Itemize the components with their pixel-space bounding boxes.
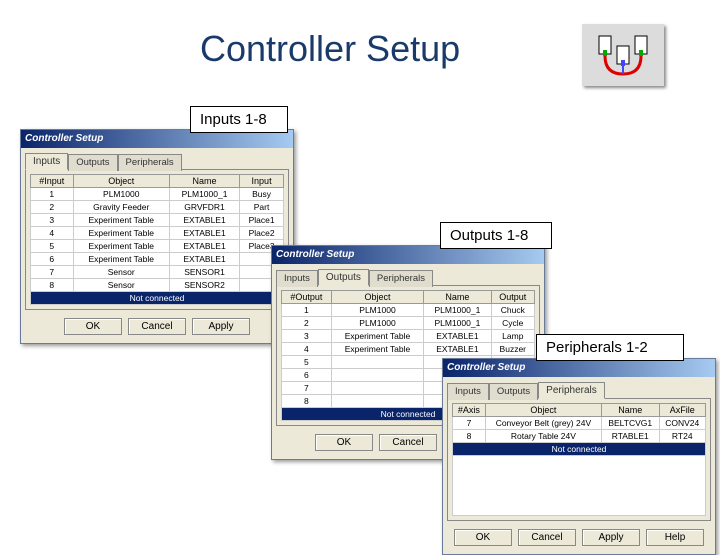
ok-button[interactable]: OK: [64, 318, 122, 335]
table-row[interactable]: 7SensorSENSOR1: [31, 266, 284, 279]
col-header: AxFile: [659, 404, 706, 417]
inputs-table: #Input Object Name Input 1PLM1000PLM1000…: [30, 174, 284, 305]
col-header: Name: [424, 291, 491, 304]
ok-button[interactable]: OK: [454, 529, 512, 546]
dialog-title: Controller Setup: [443, 359, 715, 377]
tab-inputs[interactable]: Inputs: [447, 383, 489, 400]
table-row[interactable]: 5Experiment TableEXTABLE1Place3: [31, 240, 284, 253]
col-header: Object: [73, 175, 169, 188]
table-row[interactable]: 2Gravity FeederGRVFDR1Part: [31, 201, 284, 214]
table-row[interactable]: 2PLM1000PLM1000_1Cycle: [282, 317, 535, 330]
table-row[interactable]: 3Experiment TableEXTABLE1Lamp: [282, 330, 535, 343]
col-header: Object: [485, 404, 601, 417]
col-header: #Input: [31, 175, 74, 188]
col-header: Input: [240, 175, 284, 188]
table-row[interactable]: 8Rotary Table 24VRTABLE1RT24: [453, 430, 706, 443]
cancel-button[interactable]: Cancel: [128, 318, 186, 335]
peripherals-table: #Axis Object Name AxFile 7Conveyor Belt …: [452, 403, 706, 456]
tab-inputs[interactable]: Inputs: [25, 153, 68, 170]
col-header: #Output: [282, 291, 332, 304]
table-row[interactable]: 4Experiment TableEXTABLE1Place2: [31, 227, 284, 240]
table-row[interactable]: 1PLM1000PLM1000_1Chuck: [282, 304, 535, 317]
col-header: Name: [601, 404, 659, 417]
col-header: Output: [491, 291, 534, 304]
page-title: Controller Setup: [200, 28, 460, 70]
label-inputs: Inputs 1-8: [190, 106, 288, 133]
table-row[interactable]: 7Conveyor Belt (grey) 24VBELTCVG1CONV24: [453, 417, 706, 430]
table-row[interactable]: 8SensorSENSOR2: [31, 279, 284, 292]
tab-peripherals[interactable]: Peripherals: [369, 270, 433, 287]
tab-outputs[interactable]: Outputs: [489, 383, 538, 400]
dialog-inputs: Controller Setup Inputs Outputs Peripher…: [20, 129, 294, 344]
empty-area: [452, 456, 706, 516]
tab-outputs[interactable]: Outputs: [68, 154, 117, 171]
cancel-button[interactable]: Cancel: [379, 434, 437, 451]
controller-icon: [582, 24, 664, 86]
help-button[interactable]: Help: [646, 529, 704, 546]
table-row[interactable]: 3Experiment TableEXTABLE1Place1: [31, 214, 284, 227]
cancel-button[interactable]: Cancel: [518, 529, 576, 546]
dialog-peripherals: Controller Setup Inputs Outputs Peripher…: [442, 358, 716, 555]
not-connected-row[interactable]: Not connected: [453, 443, 706, 456]
col-header: #Axis: [453, 404, 486, 417]
label-peripherals: Peripherals 1-2: [536, 334, 684, 361]
label-outputs: Outputs 1-8: [440, 222, 552, 249]
table-row[interactable]: 1PLM1000PLM1000_1Busy: [31, 188, 284, 201]
table-row[interactable]: 4Experiment TableEXTABLE1Buzzer: [282, 343, 535, 356]
tab-outputs[interactable]: Outputs: [318, 269, 369, 286]
ok-button[interactable]: OK: [315, 434, 373, 451]
not-connected-row[interactable]: Not connected: [31, 292, 284, 305]
col-header: Object: [331, 291, 423, 304]
tab-peripherals[interactable]: Peripherals: [538, 382, 605, 399]
tab-peripherals[interactable]: Peripherals: [118, 154, 182, 171]
apply-button[interactable]: Apply: [582, 529, 640, 546]
apply-button[interactable]: Apply: [192, 318, 250, 335]
col-header: Name: [169, 175, 239, 188]
tab-inputs[interactable]: Inputs: [276, 270, 318, 287]
table-row[interactable]: 6Experiment TableEXTABLE1: [31, 253, 284, 266]
